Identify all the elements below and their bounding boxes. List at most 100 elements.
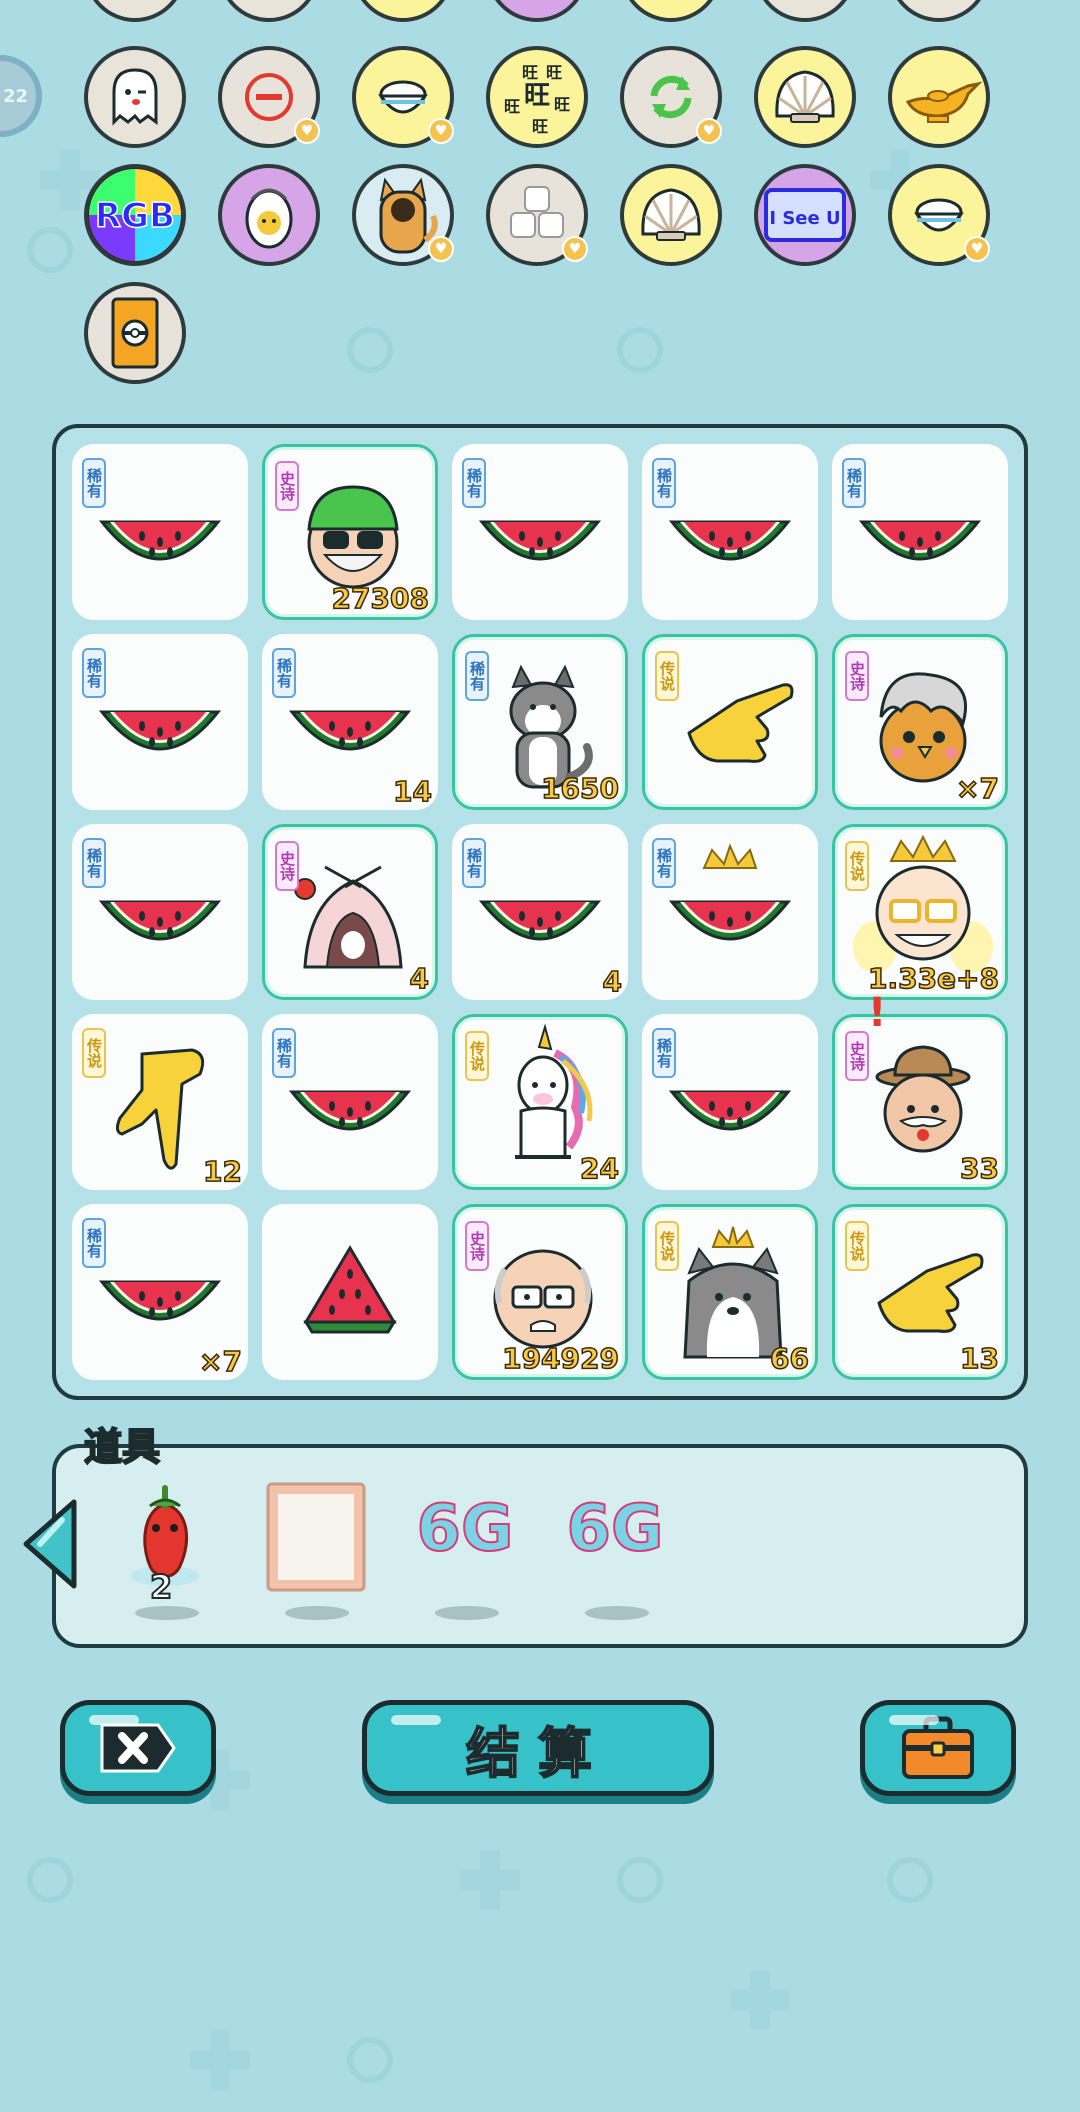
grid-cell[interactable]: 史诗 ×7	[832, 634, 1008, 810]
heart-icon: ♥	[428, 236, 454, 262]
grid-cell[interactable]: 稀有	[642, 1014, 818, 1190]
grid-cell[interactable]: 稀有	[452, 444, 628, 620]
heart-icon: ♥	[964, 236, 990, 262]
rarity-tag: 稀有	[842, 458, 866, 508]
rarity-tag: 史诗	[845, 651, 869, 701]
frame-prop[interactable]	[260, 1480, 370, 1620]
badge-ticket[interactable]	[84, 282, 186, 384]
grid-cell[interactable]: 稀有 ×7	[72, 1204, 248, 1380]
grid-cell[interactable]: 传说 24	[452, 1014, 628, 1190]
grid-cell[interactable]	[262, 1204, 438, 1380]
badge-rice-bowl[interactable]: ♥	[352, 46, 454, 148]
rarity-tag: 稀有	[82, 648, 106, 698]
badge-egg-face[interactable]	[218, 164, 320, 266]
svg-text:旺: 旺	[554, 95, 570, 114]
rarity-tag: 史诗	[465, 1221, 489, 1271]
grid-cell[interactable]: 传说 66	[642, 1204, 818, 1380]
svg-text:旺: 旺	[522, 63, 538, 82]
rarity-tag: 稀有	[652, 458, 676, 508]
prop-shadow	[435, 1606, 499, 1620]
item-count: 27308	[331, 581, 430, 616]
rarity-tag: 稀有	[82, 1218, 106, 1268]
rgb-icon: RGB	[87, 167, 183, 263]
grid-cell[interactable]: 稀有	[262, 1014, 438, 1190]
heart-icon: ♥	[428, 118, 454, 144]
item-board: 稀有 史诗 27308 稀有 稀有 稀有 稀有 稀有 14 稀有 1650 传说…	[52, 424, 1028, 1400]
badge-i-see-u[interactable]: I See U	[754, 164, 856, 266]
heart-icon: ♥	[696, 118, 722, 144]
settle-button[interactable]: 结算	[362, 1700, 714, 1796]
badge-wang-text[interactable]: 旺旺旺旺旺旺	[486, 46, 588, 148]
rarity-tag: 稀有	[652, 1028, 676, 1078]
svg-text:I See U: I See U	[769, 208, 840, 229]
briefcase-icon	[902, 1716, 974, 1779]
grid-cell[interactable]: 史诗 194929	[452, 1204, 628, 1380]
grid-cell[interactable]: 传说	[642, 634, 818, 810]
grid-cell[interactable]: 稀有	[642, 824, 818, 1000]
badge-ghost[interactable]	[84, 46, 186, 148]
settle-label: 结算	[465, 1721, 610, 1786]
item-count: 12	[202, 1154, 242, 1189]
rarity-tag: 史诗	[845, 1031, 869, 1081]
item-count: 13	[959, 1341, 999, 1376]
svg-text:RGB: RGB	[95, 196, 175, 236]
badge-rgb[interactable]: RGB	[84, 164, 186, 266]
badge-shell[interactable]	[620, 164, 722, 266]
grid-cell[interactable]: 稀有	[72, 824, 248, 1000]
grid-cell[interactable]: 稀有	[72, 634, 248, 810]
shell-icon	[631, 180, 711, 250]
grid-cell[interactable]: 稀有 4	[452, 824, 628, 1000]
badge-refresh[interactable]: ♥	[620, 46, 722, 148]
frame-icon	[266, 1482, 366, 1592]
item-count: 1650	[540, 771, 619, 806]
grid-cell[interactable]: 传说 1.33e+8	[832, 824, 1008, 1000]
badge-magic-lamp[interactable]	[888, 46, 990, 148]
arrow-left-icon[interactable]	[18, 1496, 80, 1592]
prop-shadow	[285, 1606, 349, 1620]
rarity-tag: 稀有	[462, 458, 486, 508]
wang-text-icon: 旺旺旺旺旺旺	[492, 52, 582, 142]
grid-cell[interactable]: 稀有	[642, 444, 818, 620]
briefcase-button[interactable]	[860, 1700, 1016, 1796]
item-count: 33	[959, 1151, 999, 1186]
grid-cell[interactable]: 稀有	[72, 444, 248, 620]
svg-text:旺: 旺	[546, 63, 562, 82]
grid-cell[interactable]: 史诗 33	[832, 1014, 1008, 1190]
rarity-tag: 稀有	[82, 838, 106, 888]
rarity-tag: 传说	[655, 1221, 679, 1271]
heart-icon: ♥	[562, 236, 588, 262]
badge-sugar-cubes[interactable]: ♥	[486, 164, 588, 266]
refresh-icon	[636, 62, 706, 132]
grid-cell[interactable]: 稀有 1650	[452, 634, 628, 810]
grid-cell[interactable]: 史诗 27308	[262, 444, 438, 620]
badge-minus[interactable]: ♥	[218, 46, 320, 148]
minus-icon	[234, 62, 304, 132]
item-count: 66	[769, 1341, 809, 1376]
grid-cell[interactable]: 传说 13	[832, 1204, 1008, 1380]
item-count: 4	[602, 964, 623, 999]
grid-cell[interactable]: 稀有 14	[262, 634, 438, 810]
rice-bowl-icon	[368, 62, 438, 132]
i-see-u-icon: I See U	[760, 180, 850, 250]
item-count: 4	[409, 961, 430, 996]
shell-icon	[765, 62, 845, 132]
badge-rice-bowl[interactable]: ♥	[888, 164, 990, 266]
badge-shell[interactable]	[754, 46, 856, 148]
item-count: 1.33e+8	[867, 961, 1000, 996]
badge-cat[interactable]: ♥	[352, 164, 454, 266]
rarity-tag: 史诗	[275, 461, 299, 511]
grid-cell[interactable]: 传说 12	[72, 1014, 248, 1190]
rice-bowl-icon	[904, 180, 974, 250]
rarity-tag: 传说	[465, 1031, 489, 1081]
watermelon-slice-icon	[262, 1204, 438, 1380]
6g-prop[interactable]: 6G	[410, 1480, 520, 1620]
rarity-tag: 史诗	[275, 841, 299, 891]
grid-cell[interactable]: 史诗 4	[262, 824, 438, 1000]
grid-cell[interactable]: 稀有	[832, 444, 1008, 620]
6g-prop[interactable]: 6G	[560, 1480, 670, 1620]
rarity-tag: 稀有	[272, 648, 296, 698]
magic-lamp-icon	[894, 62, 984, 132]
delete-button[interactable]	[60, 1700, 216, 1796]
item-count: 24	[579, 1151, 619, 1186]
ticket-icon	[105, 293, 165, 373]
